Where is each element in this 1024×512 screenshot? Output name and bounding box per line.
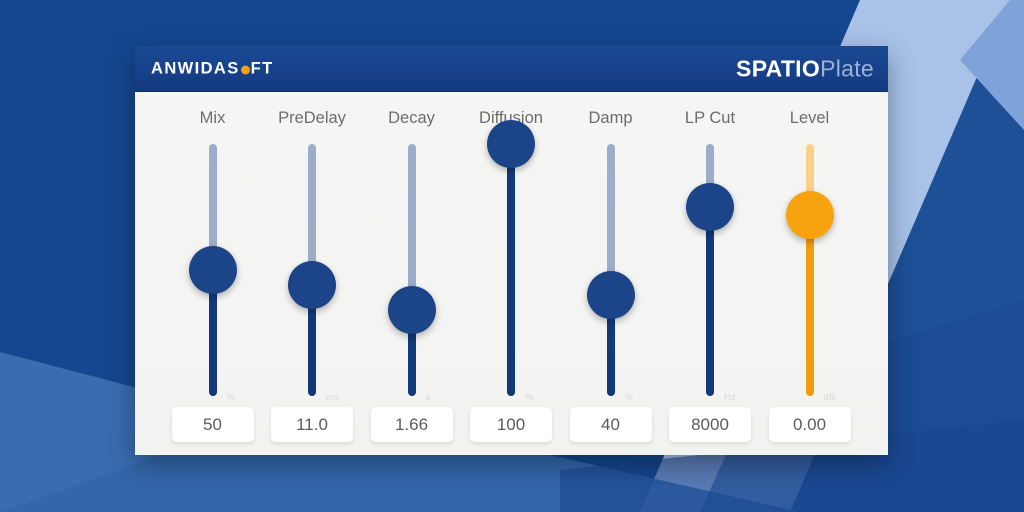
- slider-level[interactable]: [785, 144, 834, 396]
- slider-unit-lp-cut: Hz: [724, 392, 737, 403]
- value-field-diffusion[interactable]: 100: [470, 407, 552, 442]
- plugin-window: ANWIDAS FT SPATIOPlate Mix% 50 PreDelay ms 11…: [135, 46, 888, 455]
- slider-label-lp-cut: LP Cut: [684, 109, 736, 127]
- slider-unit-mix: %: [226, 392, 236, 403]
- slider-fill-lp-cut: [706, 207, 714, 396]
- slider-label-decay: Decay: [388, 109, 435, 127]
- slider-label-mix: Mix: [199, 109, 226, 127]
- slider-channel-level: Level dB 0.00: [760, 92, 859, 455]
- slider-label-damp: Damp: [588, 109, 633, 127]
- slider-knob-decay[interactable]: [387, 286, 436, 335]
- slider-fill-diffusion: [507, 144, 515, 396]
- slider-channel-decay: Decay s 1.66: [362, 92, 461, 455]
- slider-mix[interactable]: [188, 144, 237, 396]
- product-name-bold: SPATIO: [736, 55, 821, 81]
- slider-fill-level: [805, 214, 814, 396]
- value-field-decay[interactable]: 1.66: [370, 407, 453, 442]
- slider-predelay[interactable]: [288, 144, 336, 396]
- slider-knob-mix[interactable]: [188, 246, 237, 294]
- value-field-predelay[interactable]: 11.0: [271, 407, 353, 442]
- slider-channel-damp: Damp% 40: [561, 92, 660, 455]
- slider-knob-lp-cut[interactable]: [686, 183, 734, 231]
- value-field-mix[interactable]: 50: [171, 407, 254, 442]
- slider-unit-diffusion: %: [525, 392, 534, 403]
- slider-channel-mix: Mix% 50: [163, 92, 262, 455]
- vendor-logo-post: FT: [250, 59, 274, 77]
- logo-orange-dot-icon: [240, 65, 250, 74]
- slider-channel-predelay: PreDelay ms 11.0: [263, 92, 362, 455]
- slider-label-predelay: PreDelay: [278, 109, 346, 127]
- slider-unit-level: dB: [823, 392, 836, 403]
- product-name: SPATIOPlate: [736, 55, 874, 82]
- slider-unit-damp: %: [624, 392, 634, 403]
- slider-unit-predelay: ms: [326, 392, 340, 403]
- value-field-level[interactable]: 0.00: [768, 407, 851, 442]
- product-name-light: Plate: [820, 55, 874, 81]
- value-field-damp[interactable]: 40: [569, 407, 652, 442]
- slider-channel-lp-cut: LP Cut Hz 8000: [661, 92, 760, 455]
- vendor-logo-pre: ANWIDAS: [151, 59, 240, 77]
- slider-unit-decay: s: [425, 392, 431, 403]
- slider-knob-diffusion[interactable]: [487, 120, 535, 168]
- slider-decay[interactable]: [387, 144, 436, 396]
- slider-damp[interactable]: [586, 144, 635, 396]
- screenshot-root: ANWIDAS FT SPATIOPlate Mix% 50 PreDelay ms 11…: [0, 0, 1024, 512]
- slider-diffusion[interactable]: [487, 120, 535, 396]
- slider-knob-level[interactable]: [785, 190, 834, 239]
- slider-knob-predelay[interactable]: [288, 261, 336, 310]
- plugin-titlebar: ANWIDAS FT SPATIOPlate: [135, 46, 888, 92]
- value-field-lp-cut[interactable]: 8000: [669, 407, 751, 442]
- slider-channel-diffusion: Diffusion% 100: [462, 92, 561, 455]
- slider-lp-cut[interactable]: [686, 144, 734, 396]
- vendor-logo: ANWIDAS FT: [151, 59, 274, 78]
- slider-knob-damp[interactable]: [586, 271, 635, 320]
- plugin-body: Mix% 50 PreDelay ms 11.0 Decay s 1.66 Diffusion%…: [135, 92, 888, 455]
- slider-label-level: Level: [789, 109, 830, 127]
- slider-rack: Mix% 50 PreDelay ms 11.0 Decay s 1.66 Diffusion%…: [135, 92, 888, 455]
